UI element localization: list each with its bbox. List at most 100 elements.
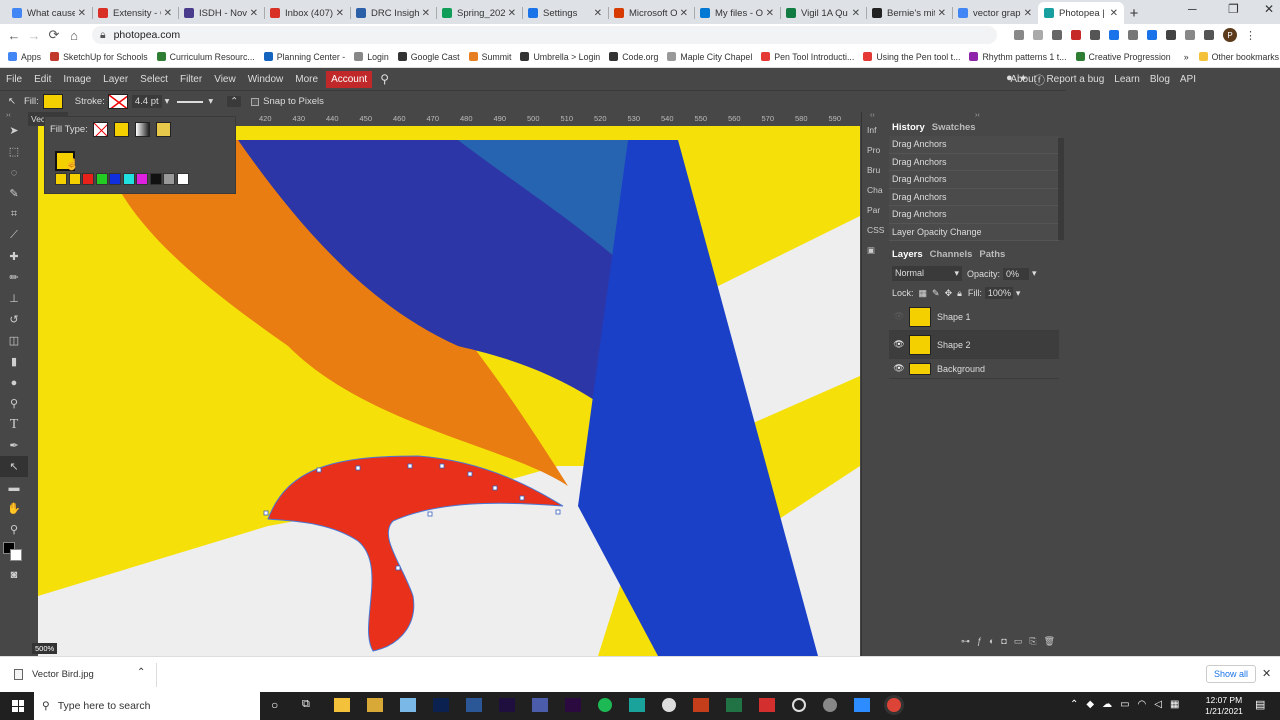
- bookmark-item[interactable]: Summit: [468, 52, 511, 62]
- brush-tool-icon[interactable]: ✏: [0, 267, 28, 288]
- text-tool-icon[interactable]: T: [0, 414, 28, 435]
- adjustment-layer-icon[interactable]: ◐: [989, 636, 994, 647]
- app-gray-icon[interactable]: [823, 698, 837, 712]
- tab-paths[interactable]: Paths: [979, 249, 1005, 260]
- lock-move-icon[interactable]: ✥: [945, 288, 953, 299]
- back-icon[interactable]: ←: [4, 28, 24, 43]
- extension-arrow-icon[interactable]: [1128, 30, 1138, 40]
- task-view-icon[interactable]: ⧉: [302, 698, 310, 711]
- lock-transparency-icon[interactable]: ▦: [919, 288, 928, 299]
- browser-tab[interactable]: Microsoft O ✕: [608, 2, 694, 24]
- color-swatch[interactable]: [149, 173, 162, 185]
- browser-tab[interactable]: vector grap ✕: [952, 2, 1038, 24]
- browser-tab[interactable]: Spring_2021✕: [436, 2, 522, 24]
- tab-close-icon[interactable]: ✕: [336, 8, 344, 19]
- forward-icon[interactable]: →: [24, 28, 44, 43]
- battery-icon[interactable]: ▭: [1120, 699, 1129, 710]
- fill-color-swatch[interactable]: [42, 94, 63, 109]
- color-swatch[interactable]: [109, 173, 121, 185]
- browser-tab[interactable]: Photopea | ✕: [1038, 2, 1124, 24]
- browser-tab[interactable]: Inbox (407) ✕: [264, 2, 350, 24]
- layer-row[interactable]: 👁︎ Shape 2: [889, 331, 1059, 359]
- blur-tool-icon[interactable]: ●: [0, 372, 28, 393]
- color-swatch[interactable]: [163, 173, 175, 185]
- collapse-arrows-icon[interactable]: ‹›: [862, 112, 889, 120]
- marquee-tool-icon[interactable]: ⬚: [0, 141, 28, 162]
- fill-solid-icon[interactable]: [113, 122, 129, 137]
- after-effects-icon[interactable]: [499, 698, 515, 712]
- fill-dropdown-icon[interactable]: ▾: [1016, 288, 1021, 299]
- image-icon[interactable]: ▣: [862, 240, 889, 260]
- color-swatch[interactable]: [176, 173, 189, 185]
- tray-app-icon[interactable]: ◆: [1086, 699, 1094, 710]
- other-bookmarks[interactable]: Other bookmarks: [1198, 52, 1279, 62]
- color-swatch[interactable]: [55, 173, 67, 185]
- windows-start-icon[interactable]: [12, 700, 24, 712]
- browser-tab[interactable]: What cause ✕: [6, 2, 92, 24]
- show-all-button[interactable]: Show all: [1206, 665, 1257, 683]
- acrobat-icon[interactable]: [759, 698, 775, 712]
- reddit-icon[interactable]: ●: [1006, 72, 1013, 88]
- volume-icon[interactable]: ◁: [1154, 699, 1162, 710]
- layer-row[interactable]: 👁︎ Background: [889, 359, 1059, 379]
- color-swatch[interactable]: [122, 173, 135, 185]
- eyedropper-tool-icon[interactable]: ⟋: [0, 225, 28, 246]
- bookmark-item[interactable]: Creative Progression: [1075, 52, 1171, 62]
- word-icon[interactable]: [466, 698, 482, 712]
- blend-mode-select[interactable]: Normal ▾: [892, 266, 962, 281]
- tab-history[interactable]: History: [892, 122, 925, 133]
- tab-close-icon[interactable]: ✕: [508, 8, 516, 19]
- link-layers-icon[interactable]: ⊶: [961, 636, 970, 647]
- history-item[interactable]: Drag Anchors: [889, 136, 1059, 154]
- new-group-icon[interactable]: ▭: [1014, 636, 1023, 647]
- search-icon[interactable]: ⚲: [380, 72, 389, 86]
- menu-layer[interactable]: Layer: [97, 74, 134, 85]
- menu-link[interactable]: Learn: [1114, 74, 1140, 85]
- clock[interactable]: 12:07 PM 1/21/2021: [1200, 695, 1248, 717]
- extension-gear-icon[interactable]: [1090, 30, 1100, 40]
- fill-gradient-icon[interactable]: [134, 122, 150, 137]
- history-item[interactable]: Drag Anchors: [889, 206, 1059, 224]
- tray-chevron-icon[interactable]: ⌃: [1070, 699, 1078, 710]
- tab-close-icon[interactable]: ✕: [680, 8, 688, 19]
- menu-link[interactable]: Report a bug: [1046, 74, 1104, 85]
- arrow-tool-icon[interactable]: ↖: [8, 96, 16, 107]
- bookmark-item[interactable]: Code.org: [609, 52, 658, 62]
- stroke-width-field[interactable]: 4.4 pt: [131, 95, 162, 108]
- background-color-swatch[interactable]: [10, 549, 22, 561]
- reload-icon[interactable]: ⟳: [44, 27, 64, 43]
- menu-link[interactable]: API: [1180, 74, 1196, 85]
- quick-select-tool-icon[interactable]: ✎: [0, 183, 28, 204]
- bookmark-item[interactable]: Rhythm patterns 1 t...: [969, 52, 1067, 62]
- extension-sync-icon[interactable]: [1204, 30, 1214, 40]
- app-white-icon[interactable]: [662, 698, 676, 712]
- side-tab[interactable]: Par: [862, 200, 889, 220]
- bookmark-item[interactable]: Pen Tool Introducti...: [761, 52, 854, 62]
- menu-link[interactable]: Blog: [1150, 74, 1170, 85]
- side-tab[interactable]: Cha: [862, 180, 889, 200]
- menu-more[interactable]: More: [289, 74, 324, 85]
- bookmark-item[interactable]: Login: [354, 52, 389, 62]
- bookmark-item[interactable]: Apps: [8, 52, 41, 62]
- star-icon[interactable]: [1052, 30, 1062, 40]
- menu-window[interactable]: Window: [242, 74, 290, 85]
- zoom-app-icon[interactable]: [854, 698, 870, 712]
- extension-red-icon[interactable]: [1071, 30, 1081, 40]
- browser-tab[interactable]: DRC Insight ✕: [350, 2, 436, 24]
- cortana-icon[interactable]: ○: [271, 698, 278, 712]
- eraser-tool-icon[interactable]: ◫: [0, 330, 28, 351]
- path-select-tool-icon[interactable]: ↖: [0, 456, 28, 477]
- restore-icon[interactable]: ❐: [1228, 2, 1239, 16]
- quick-mask-icon[interactable]: ◙: [0, 564, 28, 585]
- menu-image[interactable]: Image: [57, 74, 97, 85]
- pen-tool-icon[interactable]: ✒: [0, 435, 28, 456]
- zoom-tool-icon[interactable]: ⚲: [0, 519, 28, 540]
- history-item[interactable]: Drag Anchors: [889, 171, 1059, 189]
- powerpoint-icon[interactable]: [693, 698, 709, 712]
- store-icon[interactable]: [367, 698, 383, 712]
- tab-close-icon[interactable]: ✕: [938, 8, 946, 19]
- cast-icon[interactable]: [1014, 30, 1024, 40]
- tab-layers[interactable]: Layers: [892, 249, 923, 260]
- new-layer-icon[interactable]: ⎘: [1029, 636, 1036, 647]
- menu-edit[interactable]: Edit: [28, 74, 57, 85]
